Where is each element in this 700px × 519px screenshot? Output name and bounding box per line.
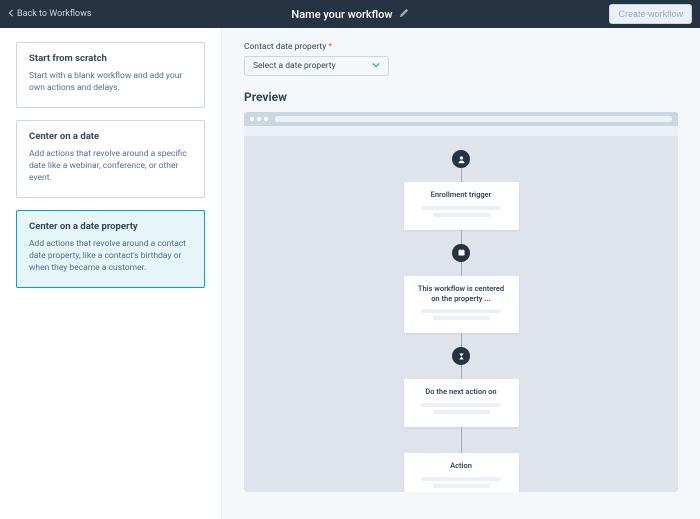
page-title: Name your workflow [291, 8, 392, 21]
chevron-left-icon [8, 9, 14, 20]
template-sidebar: Start from scratch Start with a blank wo… [0, 28, 222, 519]
skeleton-line [433, 213, 490, 217]
card-desc: Add actions that revolve around a specif… [29, 148, 192, 185]
chevron-down-icon [372, 61, 380, 72]
skeleton-line [421, 403, 502, 407]
card-desc: Start with a blank workflow and add your… [29, 70, 192, 95]
template-card-center-on-date[interactable]: Center on a date Add actions that revolv… [16, 120, 205, 198]
card-title: Center on a date property [29, 221, 192, 232]
required-mark: * [328, 42, 332, 52]
right-panel: Contact date property * Select a date pr… [222, 28, 700, 519]
back-label: Back to Workflows [17, 9, 91, 19]
workflow-canvas: Enrollment trigger This workflow is cent… [244, 136, 678, 492]
preview-heading: Preview [244, 90, 678, 104]
property-label-text: Contact date property [244, 42, 326, 52]
template-card-center-on-date-property[interactable]: Center on a date property Add actions th… [16, 210, 205, 288]
window-dot-icon [250, 117, 254, 121]
skeleton-line [433, 484, 490, 488]
window-subbar [244, 126, 678, 136]
node-delay: Do the next action on [404, 379, 519, 427]
preview-window: Enrollment trigger This workflow is cent… [244, 112, 678, 492]
node-centered-property: This workflow is centered on the propert… [404, 276, 519, 334]
date-property-select[interactable]: Select a date property [244, 56, 389, 76]
node-action: Action [404, 453, 519, 492]
skeleton-line [433, 316, 490, 320]
node-title: Action [414, 461, 509, 471]
connector-line [461, 262, 462, 276]
calendar-icon [452, 244, 470, 262]
node-title: This workflow is centered on the propert… [414, 284, 509, 304]
window-dot-icon [257, 117, 261, 121]
connector-line [461, 230, 462, 244]
node-title: Enrollment trigger [414, 190, 509, 200]
node-title: Do the next action on [414, 387, 509, 397]
card-title: Start from scratch [29, 53, 192, 64]
skeleton-line [421, 477, 502, 481]
connector-line [461, 427, 462, 453]
property-label: Contact date property * [244, 42, 678, 52]
card-title: Center on a date [29, 131, 192, 142]
card-desc: Add actions that revolve around a contac… [29, 238, 192, 275]
skeleton-line [421, 309, 502, 313]
top-bar: Back to Workflows Name your workflow Cre… [0, 0, 700, 28]
title-wrap: Name your workflow [0, 8, 700, 21]
connector-line [461, 333, 462, 347]
user-icon [452, 150, 470, 168]
edit-title-icon[interactable] [399, 8, 409, 21]
select-placeholder: Select a date property [253, 61, 336, 71]
skeleton-line [433, 410, 490, 414]
back-link[interactable]: Back to Workflows [8, 9, 91, 20]
template-card-start-from-scratch[interactable]: Start from scratch Start with a blank wo… [16, 42, 205, 108]
window-bar [244, 112, 678, 126]
window-dot-icon [264, 117, 268, 121]
create-workflow-button[interactable]: Create workflow [609, 4, 692, 24]
address-bar-placeholder [275, 116, 672, 122]
connector-line [461, 365, 462, 379]
node-enrollment-trigger: Enrollment trigger [404, 182, 519, 230]
skeleton-line [421, 206, 502, 210]
connector-line [461, 168, 462, 182]
content: Start from scratch Start with a blank wo… [0, 28, 700, 519]
hourglass-icon [452, 347, 470, 365]
